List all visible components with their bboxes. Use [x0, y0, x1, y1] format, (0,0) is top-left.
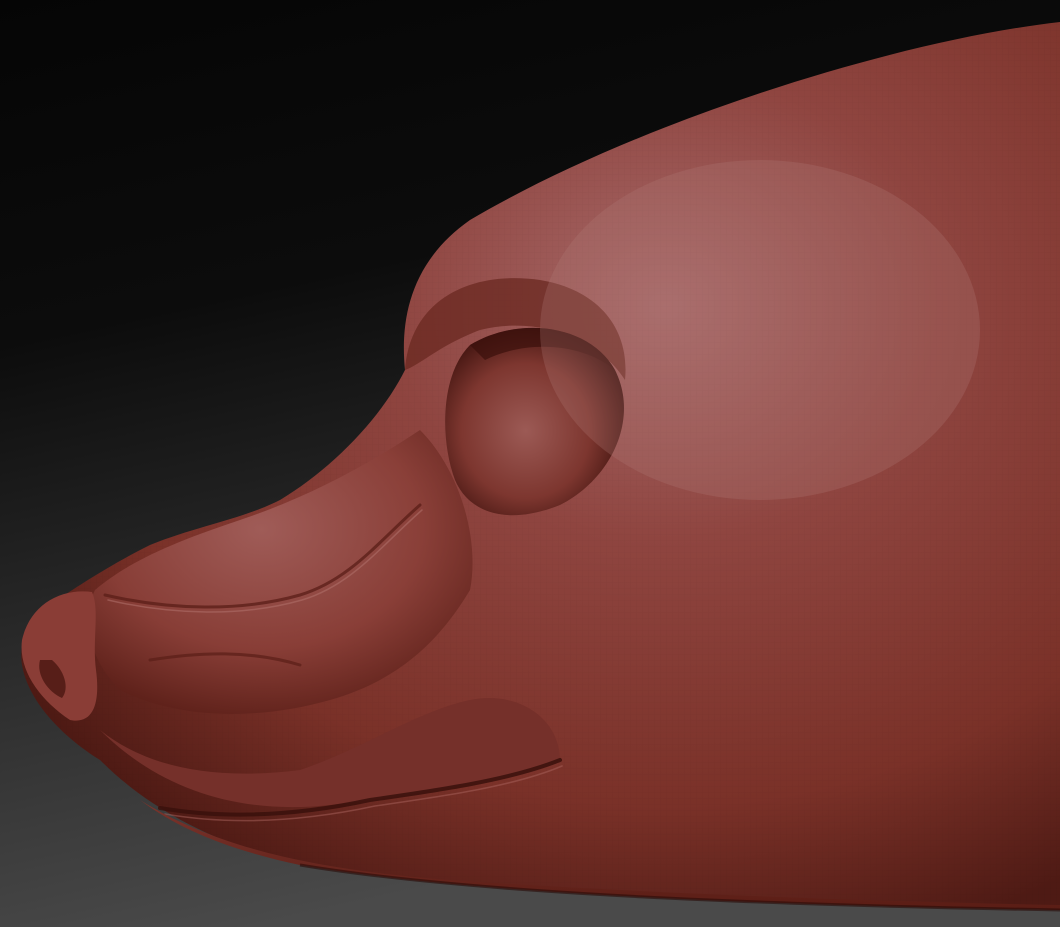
sculpt-viewport[interactable] [0, 0, 1060, 927]
sculpt-render [0, 0, 1060, 927]
cheek-highlight [540, 160, 980, 500]
